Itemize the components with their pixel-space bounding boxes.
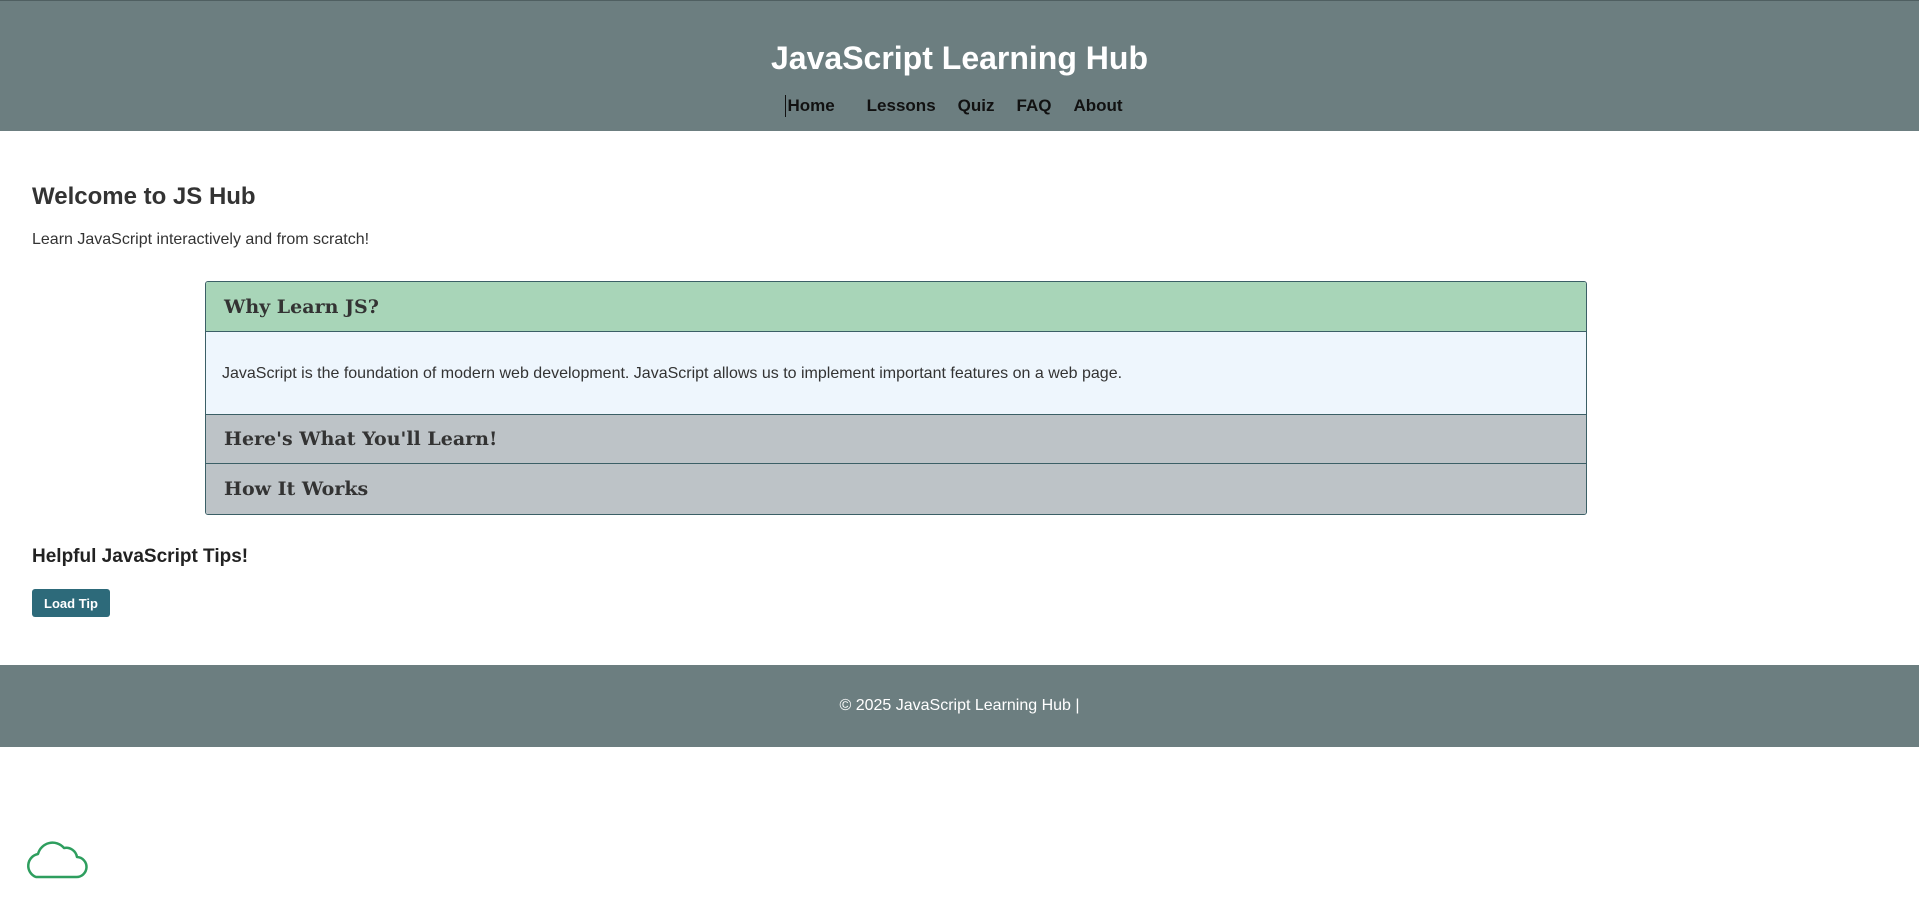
site-header: JavaScript Learning Hub Home Lessons Qui… — [0, 0, 1919, 131]
cloud-icon[interactable] — [22, 836, 88, 880]
accordion-body-why-learn-js: JavaScript is the foundation of modern w… — [206, 332, 1586, 414]
accordion: Why Learn JS? JavaScript is the foundati… — [205, 281, 1587, 515]
nav-link-lessons[interactable]: Lessons — [856, 95, 947, 117]
nav-link-quiz[interactable]: Quiz — [947, 95, 1006, 117]
welcome-text: Learn JavaScript interactively and from … — [32, 231, 370, 248]
load-tip-button[interactable]: Load Tip — [32, 589, 110, 617]
nav-link-about[interactable]: About — [1062, 95, 1133, 117]
accordion-header-how-it-works[interactable]: How It Works — [206, 464, 1586, 514]
footer-text: © 2025 JavaScript Learning Hub | — [839, 697, 1080, 714]
site-title: JavaScript Learning Hub — [771, 40, 1148, 76]
main-nav: Home Lessons Quiz FAQ About — [0, 95, 1919, 117]
nav-link-faq[interactable]: FAQ — [1006, 95, 1063, 117]
accordion-header-why-learn-js[interactable]: Why Learn JS? — [206, 282, 1586, 332]
nav-link-home[interactable]: Home — [785, 95, 845, 117]
tips-title: Helpful JavaScript Tips! — [32, 546, 249, 567]
welcome-title: Welcome to JS Hub — [32, 183, 256, 210]
accordion-header-what-youll-learn[interactable]: Here's What You'll Learn! — [206, 414, 1586, 464]
site-footer: © 2025 JavaScript Learning Hub | — [0, 665, 1919, 747]
